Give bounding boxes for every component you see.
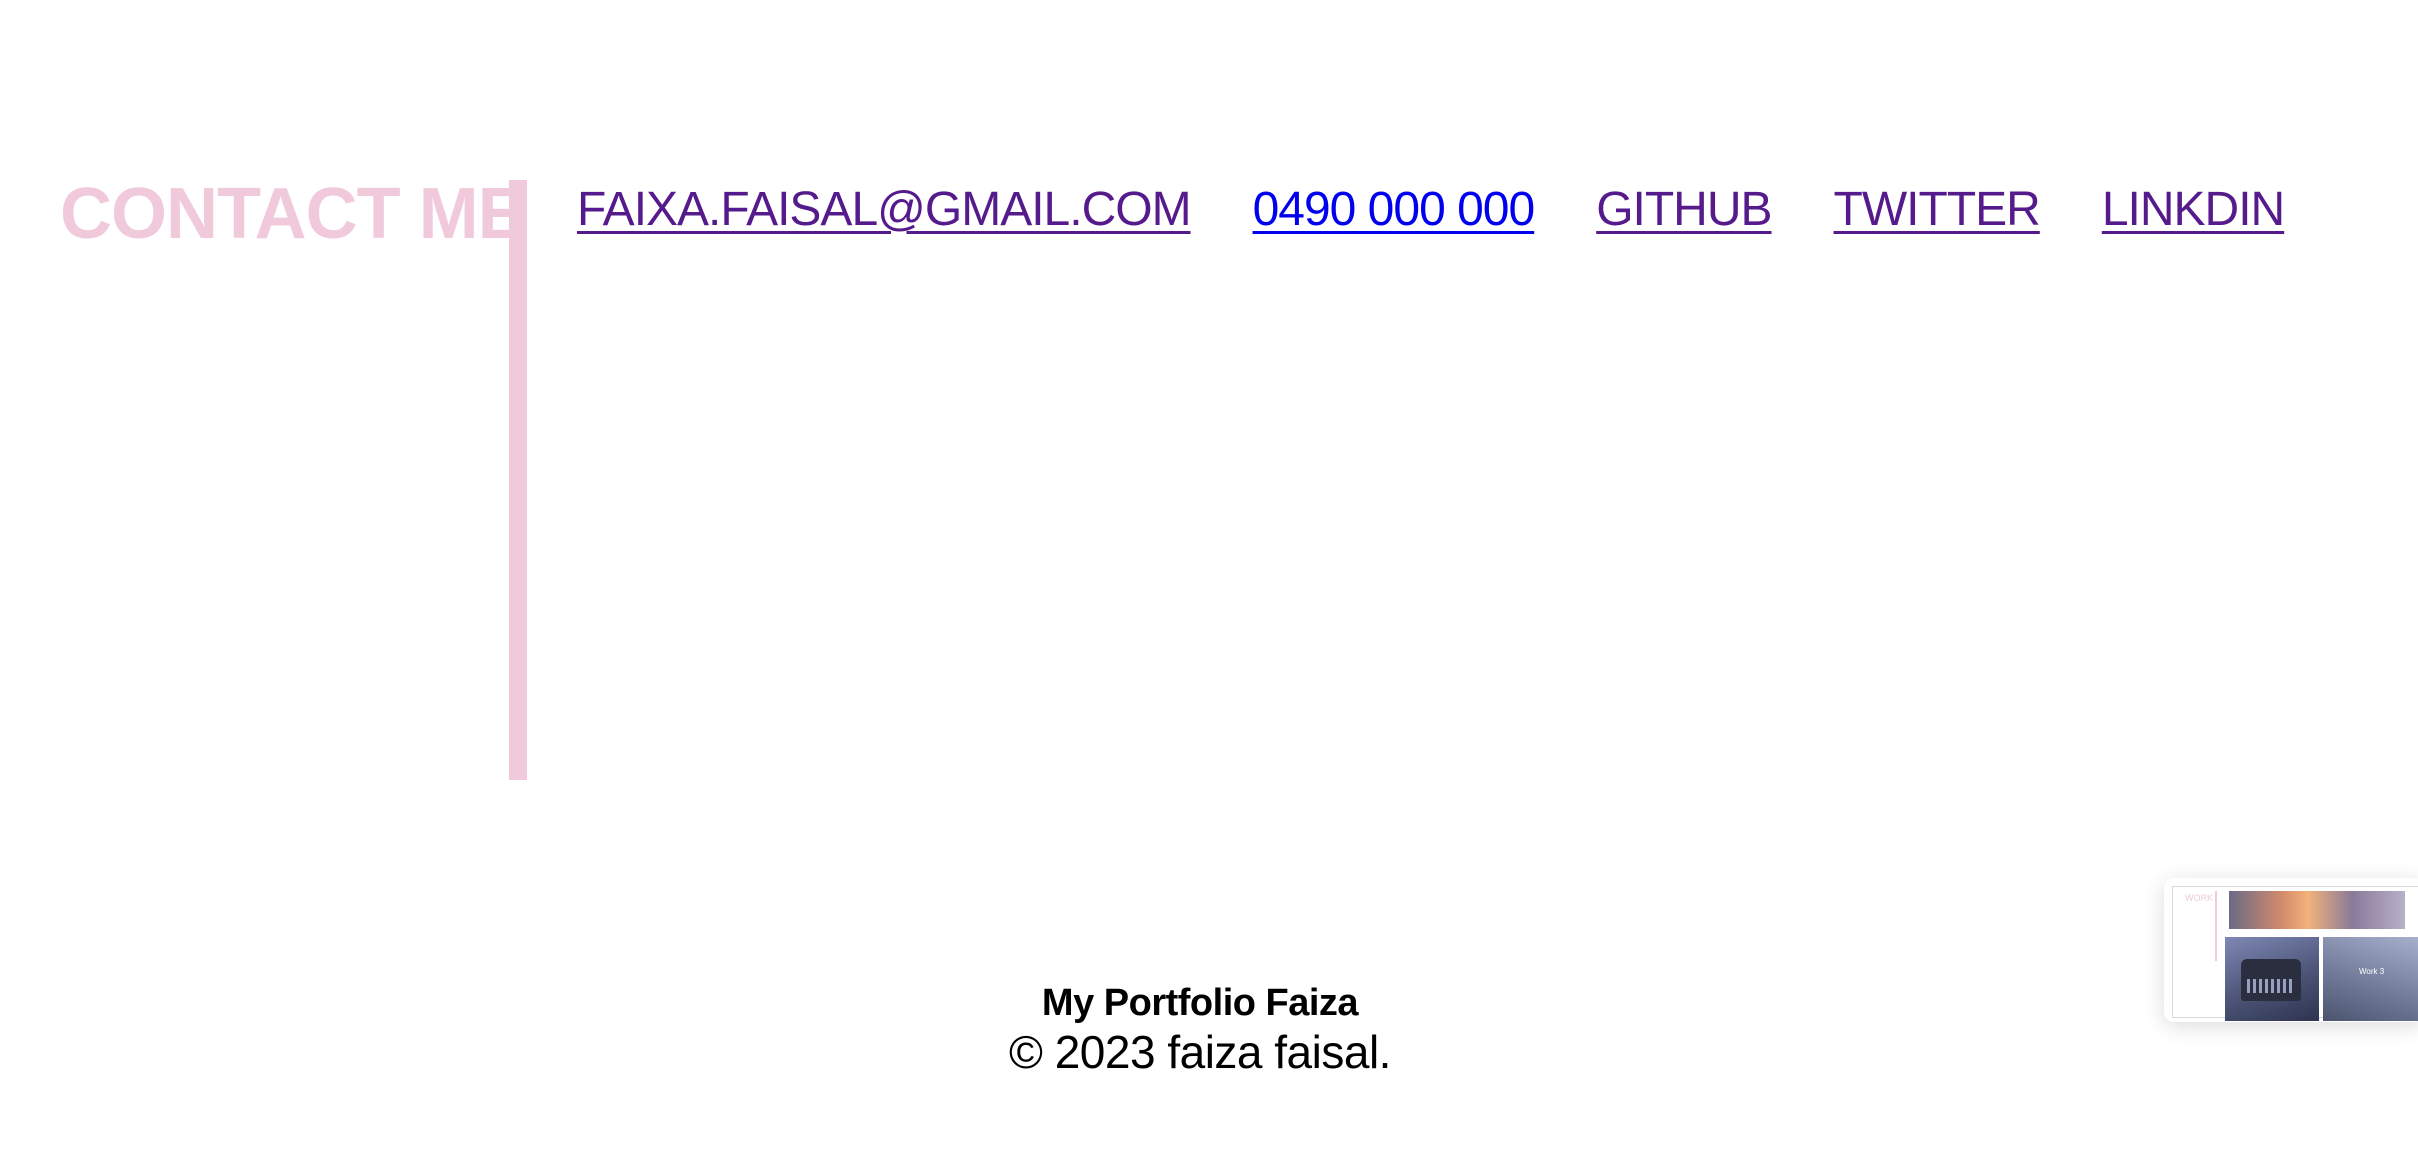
preview-label: WORK	[2185, 893, 2213, 903]
twitter-link[interactable]: TWITTER	[1834, 180, 2041, 240]
email-link[interactable]: FAIXA.FAISAL@GMAIL.COM	[577, 180, 1192, 240]
footer-copyright: © 2023 faiza faisal.	[1009, 1026, 1391, 1078]
footer-title: My Portfolio Faiza	[1041, 982, 1359, 1024]
contact-links: FAIXA.FAISAL@GMAIL.COM 0490 000 000 GITH…	[577, 180, 2285, 240]
preview-frame: WORK Work 3	[2172, 886, 2418, 1021]
footer: My Portfolio Faiza © 2023 faiza faisal.	[0, 980, 2400, 1078]
page: CONTACT ME FAIXA.FAISAL@GMAIL.COM 0490 0…	[0, 0, 2418, 1156]
phone-link[interactable]: 0490 000 000	[1253, 180, 1536, 240]
preview-image-typewriter	[2225, 937, 2319, 1021]
linkedin-link[interactable]: LINKDIN	[2102, 180, 2285, 240]
preview-divider	[2215, 891, 2217, 961]
preview-image-sunset	[2229, 891, 2405, 929]
contact-divider	[509, 180, 527, 780]
github-link[interactable]: GITHUB	[1596, 180, 1772, 240]
typewriter-icon	[2241, 959, 2301, 1001]
page-preview-thumbnail[interactable]: WORK Work 3	[2164, 878, 2418, 1022]
contact-heading: CONTACT ME	[60, 174, 526, 254]
preview-image-hand: Work 3	[2323, 937, 2418, 1021]
preview-image-caption: Work 3	[2359, 967, 2385, 976]
